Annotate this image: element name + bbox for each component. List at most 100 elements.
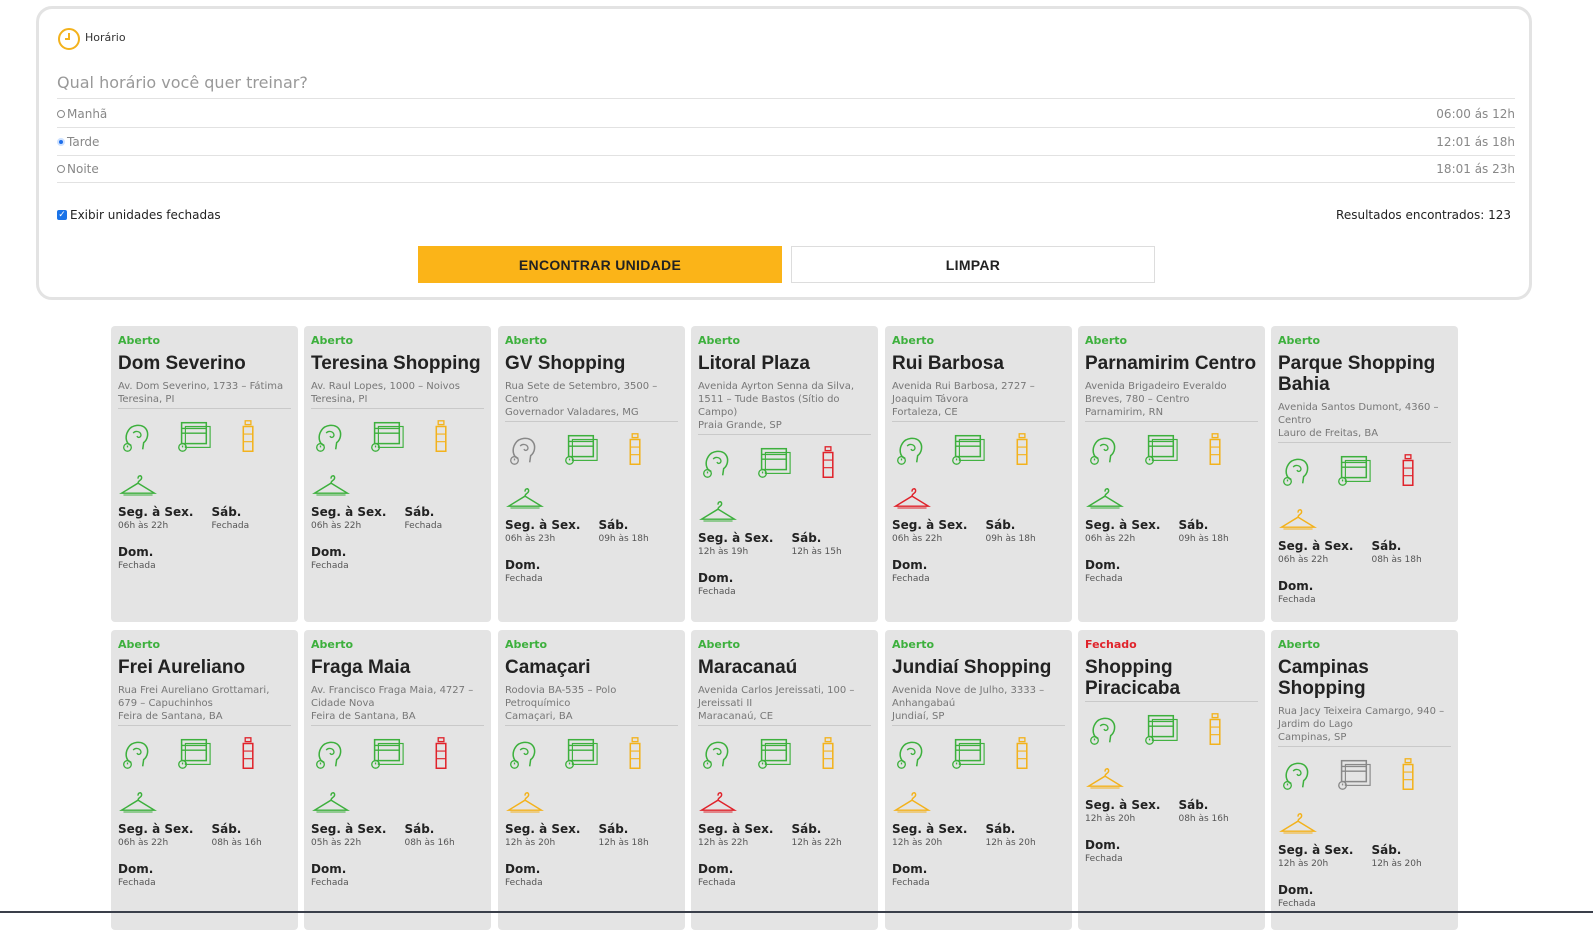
unit-address: Avenida Nove de Julho, 3333 – Anhangabaú… <box>892 684 1065 723</box>
filter-panel: Horário Qual horário você quer treinar? … <box>36 6 1532 300</box>
sunday-hours: Fechada <box>118 561 156 571</box>
weekdays-label: Seg. à Sex. <box>1278 539 1354 553</box>
face-mask-icon <box>311 417 349 455</box>
unit-card[interactable]: Aberto Parque Shopping Bahia Avenida Santo… <box>1271 326 1458 622</box>
bottle-icon <box>230 417 268 455</box>
amenities <box>892 734 1065 774</box>
address-line: Av. Raul Lopes, 1000 – Noivos <box>311 381 460 392</box>
amenities <box>505 430 678 470</box>
face-mask-icon <box>505 734 543 772</box>
unit-address: Avenida Rui Barbosa, 2727 – Joaquim Távo… <box>892 380 1065 419</box>
unit-name[interactable]: Shopping Piracicaba <box>1085 657 1258 699</box>
unit-name[interactable]: Jundiaí Shopping <box>892 657 1065 678</box>
unit-card[interactable]: Aberto Campinas Shopping Rua Jacy Teixeira… <box>1271 630 1458 930</box>
hanger-icon <box>1085 486 1258 512</box>
show-closed-toggle[interactable]: ✓ Exibir unidades fechadas <box>57 208 221 222</box>
unit-card[interactable]: Aberto GV Shopping Rua Sete de Setembro, 3… <box>498 326 685 622</box>
address-line: Avenida Rui Barbosa, 2727 – Joaquim Távo… <box>892 381 1035 405</box>
unit-card[interactable]: Aberto Teresina Shopping Av. Raul Lopes, 1… <box>304 326 491 622</box>
unit-hours: Seg. à Sex. 06h às 22h Sáb. Fechada <box>311 505 484 531</box>
unit-status: Aberto <box>892 334 935 347</box>
unit-card[interactable]: Fechado Shopping Piracicaba Seg. à Sex. 12h… <box>1078 630 1265 930</box>
unit-card[interactable]: Aberto Fraga Maia Av. Francisco Fraga Maia… <box>304 630 491 930</box>
unit-status: Aberto <box>1278 638 1321 651</box>
unit-card[interactable]: Aberto Maracanaú Avenida Carlos Jereissati… <box>691 630 878 930</box>
unit-address: Rua Sete de Setembro, 3500 – Centro Gover… <box>505 380 678 419</box>
amenities <box>892 430 1065 470</box>
unit-name[interactable]: Parnamirim Centro <box>1085 353 1258 374</box>
unit-name[interactable]: Teresina Shopping <box>311 353 484 374</box>
find-unit-button[interactable]: ENCONTRAR UNIDADE <box>418 246 782 283</box>
address-line: Rua Frei Aureliano Grottamari, 679 – Cap… <box>118 685 270 709</box>
card-payment-icon <box>367 417 405 455</box>
unit-card[interactable]: Aberto Camaçari Rodovia BA-535 – Polo Petr… <box>498 630 685 930</box>
bottle-icon <box>810 734 848 772</box>
bottle-icon <box>230 734 268 772</box>
weekdays-label: Seg. à Sex. <box>892 518 968 532</box>
checkbox-checked-icon[interactable]: ✓ <box>57 210 67 220</box>
period-option-morning[interactable]: Manhã 06:00 ás 12h <box>57 101 1515 128</box>
unit-card[interactable]: Aberto Litoral Plaza Avenida Ayrton Senna … <box>691 326 878 622</box>
radio-morning[interactable] <box>57 110 65 118</box>
hanger-icon <box>311 790 484 816</box>
divider <box>892 725 1065 726</box>
unit-card[interactable]: Aberto Jundiaí Shopping Avenida Nove de Ju… <box>885 630 1072 930</box>
card-payment-icon <box>1141 430 1179 468</box>
address-city: Feira de Santana, BA <box>311 711 416 722</box>
saturday-hours: Fechada <box>211 521 250 531</box>
saturday-label: Sáb. <box>211 505 242 519</box>
hanger-icon <box>892 486 1065 512</box>
weekdays-hours: 06h às 23h <box>505 534 556 544</box>
period-option-afternoon[interactable]: Tarde 12:01 ás 18h <box>57 129 1515 156</box>
card-payment-icon <box>561 734 599 772</box>
unit-name[interactable]: Camaçari <box>505 657 678 678</box>
divider <box>892 421 1065 422</box>
sunday-hours: Fechada <box>1278 899 1316 909</box>
hanger-icon <box>311 473 484 499</box>
sunday-hours: Fechada <box>311 878 349 888</box>
divider <box>1085 701 1258 702</box>
amenities <box>1278 755 1451 795</box>
clear-button[interactable]: LIMPAR <box>791 246 1155 283</box>
unit-hours: Seg. à Sex. 12h às 22h Sáb. 12h às 22h <box>698 822 871 848</box>
unit-status: Aberto <box>505 638 548 651</box>
weekdays-hours: 05h às 22h <box>311 838 362 848</box>
unit-name[interactable]: Campinas Shopping <box>1278 657 1451 699</box>
unit-name[interactable]: GV Shopping <box>505 353 678 374</box>
unit-card[interactable]: Aberto Dom Severino Av. Dom Severino, 1733… <box>111 326 298 622</box>
unit-card[interactable]: Aberto Parnamirim Centro Avenida Brigadeir… <box>1078 326 1265 622</box>
unit-name[interactable]: Dom Severino <box>118 353 291 374</box>
weekdays-label: Seg. à Sex. <box>892 822 968 836</box>
saturday-label: Sáb. <box>985 518 1016 532</box>
saturday-hours: 09h às 18h <box>985 534 1036 544</box>
card-payment-icon <box>1334 451 1372 489</box>
unit-name[interactable]: Rui Barbosa <box>892 353 1065 374</box>
card-payment-icon <box>367 734 405 772</box>
address-line: Avenida Ayrton Senna da Silva, 1511 – Tu… <box>698 381 855 418</box>
saturday-label: Sáb. <box>404 822 435 836</box>
unit-hours: Seg. à Sex. 12h às 20h Sáb. 12h às 20h <box>1278 843 1451 869</box>
hanger-icon <box>118 790 291 816</box>
card-payment-icon <box>174 417 212 455</box>
period-option-night[interactable]: Noite 18:01 ás 23h <box>57 156 1515 183</box>
saturday-label: Sáb. <box>791 822 822 836</box>
amenities <box>505 734 678 774</box>
bottle-icon <box>617 734 655 772</box>
radio-afternoon[interactable] <box>57 138 65 146</box>
unit-name[interactable]: Parque Shopping Bahia <box>1278 353 1451 395</box>
unit-name[interactable]: Litoral Plaza <box>698 353 871 374</box>
unit-name[interactable]: Fraga Maia <box>311 657 484 678</box>
unit-card[interactable]: Aberto Rui Barbosa Avenida Rui Barbosa, 27… <box>885 326 1072 622</box>
unit-status: Aberto <box>311 334 354 347</box>
sunday-hours: Fechada <box>1085 854 1123 864</box>
weekdays-label: Seg. à Sex. <box>505 518 581 532</box>
unit-name[interactable]: Maracanaú <box>698 657 871 678</box>
radio-night[interactable] <box>57 165 65 173</box>
unit-card[interactable]: Aberto Frei Aureliano Rua Frei Aureliano G… <box>111 630 298 930</box>
bottle-icon <box>1390 755 1428 793</box>
hanger-icon <box>1278 811 1451 837</box>
unit-name[interactable]: Frei Aureliano <box>118 657 291 678</box>
address-line: Avenida Nove de Julho, 3333 – Anhangabaú <box>892 685 1045 709</box>
sunday-hours: Fechada <box>505 878 543 888</box>
weekdays-label: Seg. à Sex. <box>1278 843 1354 857</box>
